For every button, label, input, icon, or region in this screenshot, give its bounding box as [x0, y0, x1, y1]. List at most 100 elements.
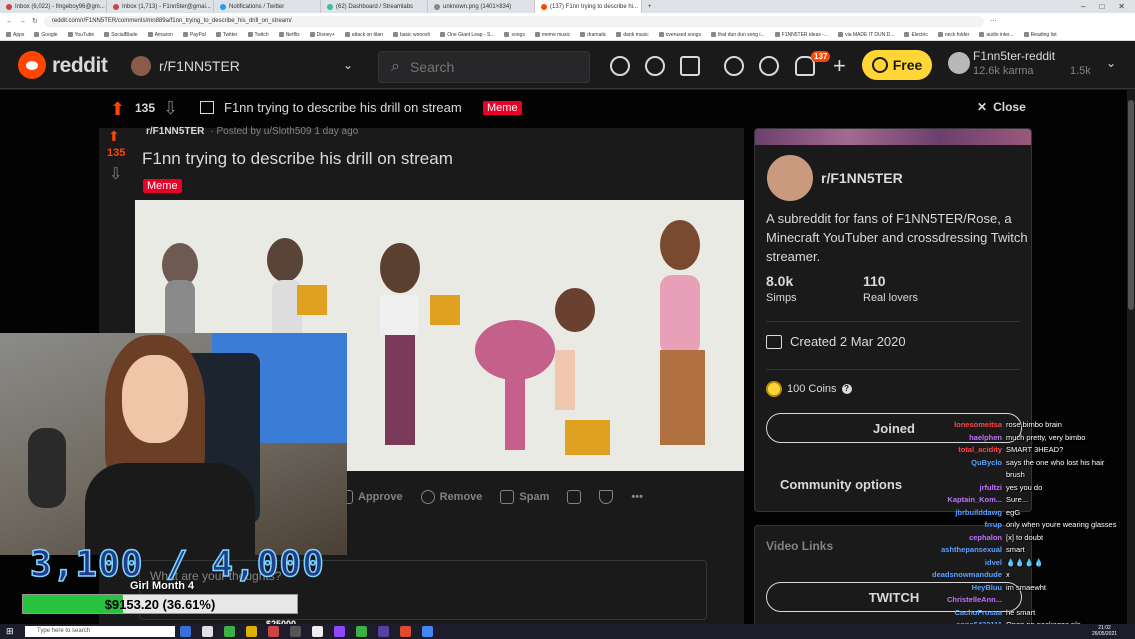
chat-username[interactable]: CachoFrosaa	[900, 608, 1006, 617]
bookmark-item[interactable]: neck folder	[937, 32, 969, 38]
chat-username[interactable]: jbrbuilddawg	[900, 508, 1006, 517]
more-options-icon[interactable]: •••	[631, 491, 643, 503]
community-selector[interactable]: r/F1NN5TER ⌄	[131, 53, 361, 79]
chat-username[interactable]: jrfultzi	[900, 483, 1006, 492]
chat-username[interactable]: QuByclo	[900, 458, 1006, 467]
app-icon[interactable]	[224, 626, 235, 637]
app-icon[interactable]	[356, 626, 367, 637]
reddit-logo-icon[interactable]	[18, 51, 46, 79]
bookmark-item[interactable]: Apps	[6, 32, 24, 38]
bookmark-item[interactable]: F1NN5TER ideas -...	[774, 32, 828, 38]
browser-tab[interactable]: (62) Dashboard / Streamlabs	[321, 0, 428, 13]
app-icon[interactable]	[400, 626, 411, 637]
chat-username[interactable]: Kaptain_Kom...	[900, 495, 1006, 504]
windows-start-icon[interactable]: ⊞	[6, 626, 14, 637]
shield-button[interactable]	[599, 490, 614, 504]
bookmark-item[interactable]: Electric	[904, 32, 928, 38]
approve-button[interactable]: Approve	[339, 490, 403, 504]
community-name[interactable]: r/F1NN5TER	[821, 170, 903, 186]
app-icon[interactable]	[312, 626, 323, 637]
bookmark-item[interactable]: Twitch	[247, 32, 269, 38]
bookmark-item[interactable]: meme music	[534, 32, 570, 38]
downvote-icon[interactable]: ⇩	[163, 98, 178, 119]
video-icon[interactable]	[680, 56, 700, 76]
help-icon[interactable]: ?	[841, 384, 852, 394]
app-icon[interactable]	[334, 626, 345, 637]
app-icon[interactable]	[246, 626, 257, 637]
maximize-icon[interactable]: □	[1099, 2, 1104, 11]
reload-icon[interactable]: ↻	[32, 17, 38, 25]
search-input[interactable]	[409, 59, 560, 75]
free-coins-button[interactable]: Free	[862, 50, 932, 80]
forward-icon[interactable]: →	[19, 18, 26, 25]
tag-button[interactable]	[567, 490, 582, 504]
chat-username[interactable]: ChristelleAnn...	[900, 595, 1006, 604]
taskbar-search[interactable]: Type here to search	[25, 626, 175, 637]
reddit-wordmark[interactable]: reddit	[52, 54, 108, 78]
bookmark-item[interactable]: attack on titan	[344, 32, 383, 38]
bookmark-item[interactable]: Reading list	[1023, 32, 1057, 38]
bookmark-item[interactable]: overused songs	[658, 32, 701, 38]
shield-icon[interactable]	[724, 56, 744, 76]
app-icon[interactable]	[180, 626, 191, 637]
chrome-icon[interactable]	[422, 626, 433, 637]
chat-icon[interactable]	[759, 56, 779, 76]
create-post-icon[interactable]: +	[833, 53, 846, 79]
chat-username[interactable]: frrup	[900, 520, 1006, 529]
bookmark-item[interactable]: basic wooosh	[392, 32, 430, 38]
bookmark-item[interactable]: via MADE IT DUN D...	[838, 32, 894, 38]
bookmark-item[interactable]: Amazon	[147, 32, 173, 38]
remove-button[interactable]: Remove	[420, 490, 482, 504]
chat-username[interactable]: idvel	[900, 558, 1006, 567]
browser-tab[interactable]: Notifications / Twitter	[214, 0, 321, 13]
browser-tab[interactable]: Inbox (6,022) - fmgeboy96@gm...	[0, 0, 107, 13]
flair-badge[interactable]: Meme	[143, 179, 182, 193]
browser-tab[interactable]: unknown.png (1401×834)	[428, 0, 535, 13]
chat-username[interactable]: ashthepansexual	[900, 545, 1006, 554]
downvote-icon[interactable]: ⇩	[109, 164, 122, 184]
subreddit-link[interactable]: r/F1NN5TER	[146, 126, 204, 137]
app-icon[interactable]	[268, 626, 279, 637]
popular-icon[interactable]	[610, 56, 630, 76]
taskbar-clock[interactable]: 21:02 26/05/2021	[1092, 625, 1117, 637]
search-bar[interactable]: ⌕	[378, 51, 590, 83]
chat-username[interactable]: total_acidity	[900, 445, 1006, 454]
upvote-icon[interactable]: ⬆	[108, 128, 120, 145]
browser-tab-active[interactable]: (137) F1nn trying to describe hi...	[535, 0, 642, 13]
bookmark-item[interactable]: One Giant Leap - S...	[440, 32, 494, 38]
bookmark-item[interactable]: songs	[504, 32, 525, 38]
upvote-icon[interactable]: ⬆	[110, 99, 125, 120]
bookmark-item[interactable]: PayPal	[182, 32, 206, 38]
spam-button[interactable]: Spam	[500, 490, 549, 504]
community-options[interactable]: Community options	[780, 477, 902, 492]
app-icon[interactable]	[290, 626, 301, 637]
bookmark-item[interactable]: SocialBlade	[104, 32, 138, 38]
bookmark-item[interactable]: Twitter	[215, 32, 238, 38]
flair-badge[interactable]: Meme	[483, 101, 522, 115]
bookmark-item[interactable]: that dun dun song i...	[710, 32, 765, 38]
bookmark-item[interactable]: audio inter...	[979, 32, 1014, 38]
user-menu[interactable]: F1nn5ter-reddit 12.6k karma 1.5k ⌄	[948, 48, 1128, 82]
bookmark-item[interactable]: Netflix	[278, 32, 300, 38]
extensions-icon[interactable]: ⋯	[990, 17, 997, 25]
new-tab-button[interactable]: +	[642, 4, 658, 10]
stats-icon[interactable]	[645, 56, 665, 76]
scrollbar-thumb[interactable]	[1128, 100, 1134, 310]
chat-username[interactable]: deadsnowmandude	[900, 570, 1006, 579]
close-window-icon[interactable]: ✕	[1118, 2, 1125, 11]
app-icon[interactable]	[378, 626, 389, 637]
minimize-icon[interactable]: –	[1081, 2, 1085, 11]
bookmark-item[interactable]: Google	[34, 32, 58, 38]
back-icon[interactable]: ←	[6, 18, 13, 25]
community-avatar[interactable]	[765, 153, 815, 203]
url-field[interactable]: reddit.com/r/F1NN5TER/comments/mn889a/f1…	[43, 15, 984, 27]
browser-tab[interactable]: Inbox (1,713) - F1nn5ter@gmai...	[107, 0, 214, 13]
chat-username[interactable]: cephalon	[900, 533, 1006, 542]
chat-username[interactable]: haelphen	[900, 433, 1006, 442]
app-icon[interactable]	[202, 626, 213, 637]
bookmark-item[interactable]: YouTube	[67, 32, 94, 38]
chat-username[interactable]: lonesomeitsa	[900, 420, 1006, 429]
bookmark-item[interactable]: dramatic	[580, 32, 606, 38]
close-button[interactable]: ✕ Close	[977, 100, 1026, 114]
bookmark-item[interactable]: Disney+	[309, 32, 335, 38]
